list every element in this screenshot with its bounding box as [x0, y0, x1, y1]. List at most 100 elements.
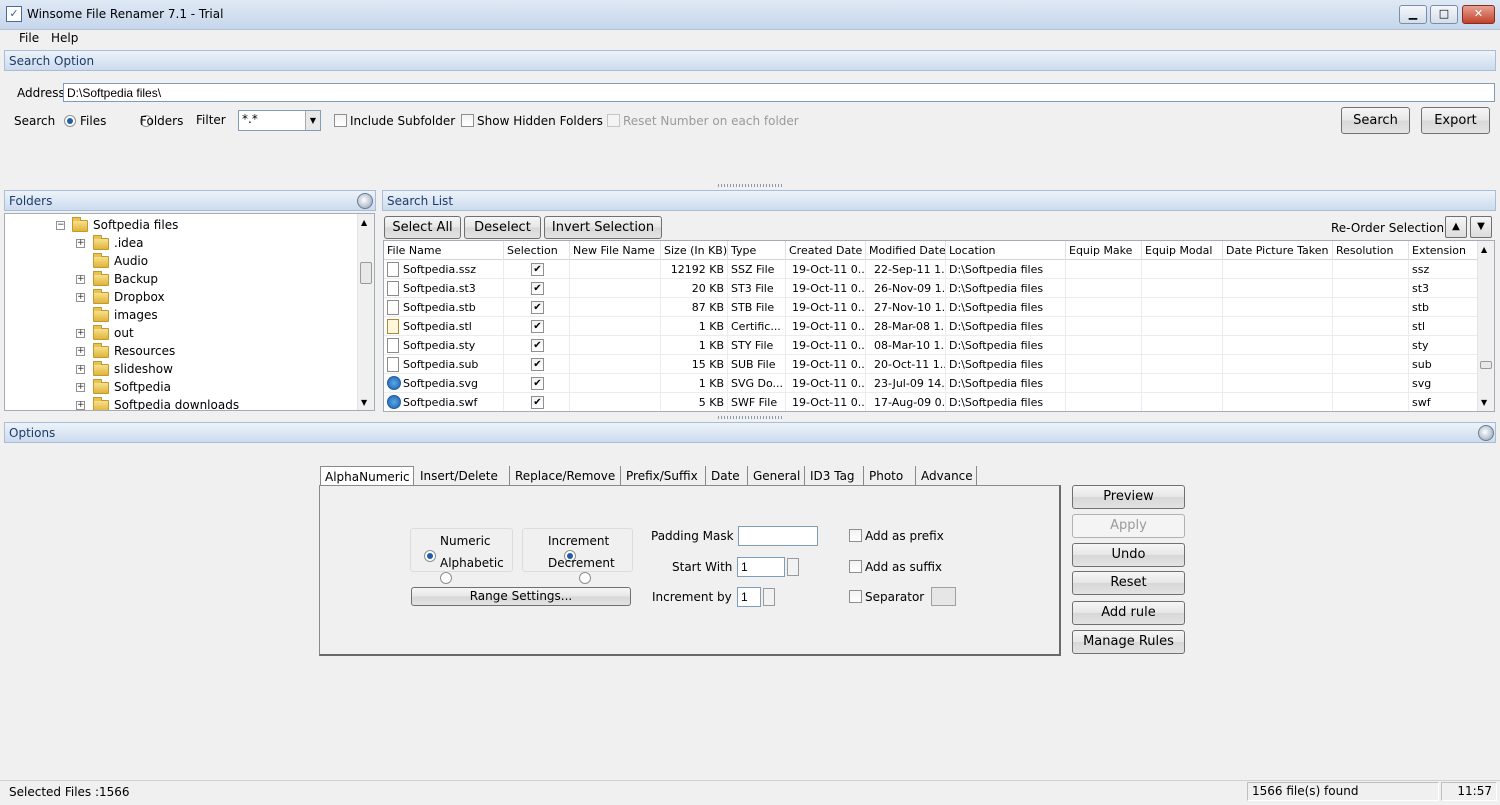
column-header[interactable]: File Name: [384, 241, 504, 260]
include-subfolder-checkbox[interactable]: [334, 114, 347, 127]
folder-tree-item[interactable]: + slideshow: [5, 360, 355, 378]
column-header[interactable]: Type: [728, 241, 786, 260]
table-row[interactable]: Softpedia.stb ✔ 87 KB STB File 19-Oct-11 0..…: [384, 298, 1479, 317]
scroll-thumb[interactable]: [1480, 361, 1492, 369]
column-header[interactable]: Selection: [504, 241, 570, 260]
collapse-icon[interactable]: −: [56, 221, 65, 230]
deselect-all-button[interactable]: Deselect All: [464, 216, 541, 256]
column-header[interactable]: Extension: [1409, 241, 1479, 260]
tab-photo[interactable]: Photo: [865, 466, 916, 486]
table-row[interactable]: Softpedia.swf ✔ 5 KB SWF File 19-Oct-11 0...…: [384, 393, 1479, 411]
column-header[interactable]: Equip Modal: [1142, 241, 1223, 260]
expand-icon[interactable]: +: [76, 365, 85, 374]
scroll-down-icon[interactable]: ▼: [361, 398, 367, 407]
manage-rules-button[interactable]: Manage Rules: [1072, 630, 1185, 654]
expand-icon[interactable]: +: [76, 383, 85, 392]
start-with-input[interactable]: [737, 557, 785, 577]
column-header[interactable]: Modified Date: [866, 241, 946, 260]
folder-tree-item[interactable]: + Softpedia: [5, 378, 355, 396]
column-header[interactable]: New File Name: [570, 241, 661, 260]
scroll-up-icon[interactable]: ▲: [361, 218, 367, 227]
folder-tree-item[interactable]: Audio: [5, 252, 355, 270]
invert-selection-button[interactable]: Invert Selection All: [544, 216, 662, 256]
folder-tree-item[interactable]: + Resources: [5, 342, 355, 360]
scroll-thumb[interactable]: [360, 262, 372, 284]
column-header[interactable]: Location: [946, 241, 1066, 260]
expand-icon[interactable]: +: [76, 293, 85, 302]
reset-number-checkbox[interactable]: [607, 114, 620, 127]
pin-icon[interactable]: [357, 193, 373, 209]
preview-button[interactable]: Preview: [1072, 485, 1185, 509]
undo-button[interactable]: Undo: [1072, 543, 1185, 567]
tree-root-row[interactable]: − Softpedia files: [5, 216, 355, 234]
splitter-grip-middle[interactable]: [718, 416, 782, 419]
separator-input[interactable]: [931, 587, 956, 606]
scroll-up-icon[interactable]: ▲: [1481, 245, 1487, 254]
table-row[interactable]: Softpedia.sub ✔ 15 KB SUB File 19-Oct-11 0..…: [384, 355, 1479, 374]
increment-by-input[interactable]: [737, 587, 761, 607]
chevron-down-icon[interactable]: ▼: [305, 111, 320, 130]
padding-mask-input[interactable]: [738, 526, 818, 546]
selection-checkbox[interactable]: ✔: [531, 396, 544, 409]
tab-prefix-suffix[interactable]: Prefix/Suffix: [622, 466, 706, 486]
range-settings-button[interactable]: Range Settings...: [411, 587, 631, 606]
expand-icon[interactable]: +: [76, 239, 85, 248]
column-header[interactable]: Resolution: [1333, 241, 1409, 260]
selection-checkbox[interactable]: ✔: [531, 263, 544, 276]
grid-scrollbar[interactable]: ▲ ▼: [1477, 241, 1494, 411]
export-button[interactable]: Export: [1421, 107, 1490, 134]
selection-checkbox[interactable]: ✔: [531, 282, 544, 295]
table-row[interactable]: Softpedia.ssz ✔ 12192 KB SSZ File 19-Oct-11 …: [384, 260, 1479, 279]
tab-general[interactable]: General: [749, 466, 805, 486]
move-up-button[interactable]: ▲: [1445, 216, 1467, 238]
files-radio[interactable]: [64, 115, 76, 127]
table-row[interactable]: Softpedia.st3 ✔ 20 KB ST3 File 19-Oct-11 0..…: [384, 279, 1479, 298]
search-button[interactable]: Search: [1341, 107, 1410, 134]
address-input[interactable]: [63, 83, 1495, 102]
add-prefix-checkbox[interactable]: [849, 529, 862, 542]
column-header[interactable]: Size (In KB): [661, 241, 728, 260]
menu-help[interactable]: Help: [51, 31, 78, 45]
tab-id3-tag[interactable]: ID3 Tag: [806, 466, 864, 486]
start-with-stepper[interactable]: [787, 558, 799, 576]
folder-tree-item[interactable]: + out: [5, 324, 355, 342]
table-row[interactable]: Softpedia.stl ✔ 1 KB Certific... 19-Oct-11 0…: [384, 317, 1479, 336]
table-row[interactable]: Softpedia.svg ✔ 1 KB SVG Do... 19-Oct-11 0..…: [384, 374, 1479, 393]
expand-icon[interactable]: +: [76, 329, 85, 338]
show-hidden-checkbox[interactable]: [461, 114, 474, 127]
reset-button[interactable]: Reset: [1072, 571, 1185, 595]
folder-tree-item[interactable]: + Softpedia downloads: [5, 396, 355, 410]
numeric-radio[interactable]: [424, 550, 436, 562]
separator-checkbox[interactable]: [849, 590, 862, 603]
folder-tree[interactable]: − Softpedia files + .idea Audio + Backup + Dro…: [4, 213, 375, 411]
move-down-button[interactable]: ▼: [1470, 216, 1492, 238]
tab-date[interactable]: Date: [707, 466, 748, 486]
close-button[interactable]: ✕: [1462, 5, 1495, 24]
expand-icon[interactable]: +: [76, 401, 85, 410]
add-rule-button[interactable]: Add rule: [1072, 601, 1185, 625]
selection-checkbox[interactable]: ✔: [531, 339, 544, 352]
folder-tree-item[interactable]: + Dropbox: [5, 288, 355, 306]
scroll-down-icon[interactable]: ▼: [1481, 398, 1487, 407]
splitter-grip-top[interactable]: [718, 184, 782, 187]
folder-tree-item[interactable]: + .idea: [5, 234, 355, 252]
search-list-grid[interactable]: File Name Selection New File Name Size (In …: [383, 240, 1495, 412]
folder-tree-item[interactable]: images: [5, 306, 355, 324]
tab-insert-delete[interactable]: Insert/Delete: [416, 466, 510, 486]
selection-checkbox[interactable]: ✔: [531, 358, 544, 371]
tab-advance[interactable]: Advance: [917, 466, 977, 486]
filter-combo[interactable]: *.* ▼: [238, 110, 321, 131]
selection-checkbox[interactable]: ✔: [531, 320, 544, 333]
pin-icon[interactable]: [1478, 425, 1494, 441]
maximize-button[interactable]: □: [1430, 5, 1458, 24]
add-suffix-checkbox[interactable]: [849, 560, 862, 573]
column-header[interactable]: Created Date: [786, 241, 866, 260]
increment-by-stepper[interactable]: [763, 588, 775, 606]
expand-icon[interactable]: +: [76, 275, 85, 284]
minimize-button[interactable]: ▁: [1399, 5, 1427, 24]
menu-file[interactable]: File: [19, 31, 39, 45]
alphabetic-radio[interactable]: [439, 572, 452, 584]
column-header[interactable]: Date Picture Taken: [1223, 241, 1333, 260]
folder-tree-scrollbar[interactable]: ▲ ▼: [357, 214, 374, 410]
folder-tree-item[interactable]: + Backup: [5, 270, 355, 288]
